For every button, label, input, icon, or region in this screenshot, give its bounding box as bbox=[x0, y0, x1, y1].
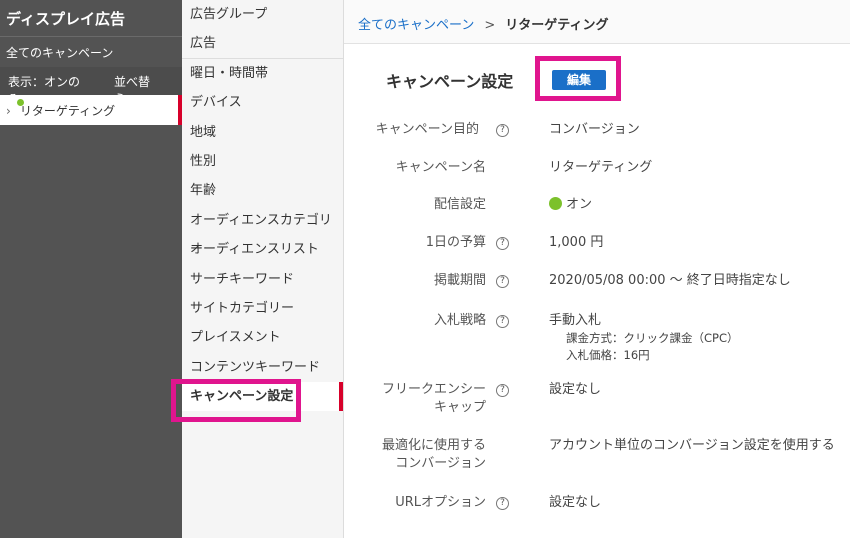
frequency-label-line1: フリークエンシー bbox=[381, 382, 486, 397]
breadcrumb-separator: > bbox=[484, 18, 496, 33]
conversion-value: アカウント単位のコンバージョン設定を使用する bbox=[549, 438, 835, 453]
breadcrumb: 全てのキャンペーン > リターゲティング bbox=[344, 0, 850, 44]
frequency-label: フリークエンシー キャップ bbox=[382, 381, 486, 417]
objective-value: コンバージョン bbox=[549, 122, 640, 137]
nav-item-ad-groups[interactable]: 広告グループ bbox=[182, 0, 343, 29]
help-icon[interactable]: ? bbox=[496, 124, 509, 137]
conversion-label-line2: コンバージョン bbox=[395, 456, 486, 471]
sidebar-title: ディスプレイ広告 bbox=[0, 0, 182, 37]
campaign-sidebar: ディスプレイ広告 全てのキャンペーン 表示：オンのみ﹀ 並べ替え﹀ › リターゲ… bbox=[0, 0, 182, 538]
campaign-nav: 広告グループ 広告 曜日・時間帯 デバイス 地域 性別 年齢 オーディエンスカテ… bbox=[182, 0, 344, 538]
help-icon[interactable]: ? bbox=[496, 497, 509, 510]
help-icon[interactable]: ? bbox=[496, 315, 509, 328]
bid-price: 入札価格：16円 bbox=[566, 348, 650, 362]
url-option-label: URLオプション bbox=[395, 495, 486, 510]
main-panel: 全てのキャンペーン > リターゲティング キャンペーン設定 編集 キャンペーン目的 … bbox=[344, 0, 850, 538]
nav-item-ads[interactable]: 広告 bbox=[182, 29, 343, 59]
budget-value: 1,000 円 bbox=[549, 235, 604, 250]
help-icon[interactable]: ? bbox=[496, 384, 509, 397]
nav-item-content-keyword[interactable]: コンテンツキーワード bbox=[182, 353, 343, 382]
nav-item-label: キャンペーン設定 bbox=[190, 389, 294, 405]
bidding-value: 手動入札 課金方式：クリック課金（CPC） 入札価格：16円 bbox=[549, 312, 739, 364]
page-title: キャンペーン設定 bbox=[386, 72, 514, 91]
breadcrumb-current: リターゲティング bbox=[505, 18, 609, 33]
objective-label: キャンペーン目的 bbox=[375, 122, 479, 137]
edit-button[interactable]: 編集 bbox=[552, 70, 606, 90]
status-dot-icon bbox=[17, 99, 24, 106]
chevron-right-icon[interactable]: › bbox=[6, 104, 16, 118]
nav-item-day-time[interactable]: 曜日・時間帯 bbox=[182, 59, 343, 88]
frequency-value: 設定なし bbox=[549, 382, 602, 397]
sort-dropdown[interactable]: 並べ替え﹀ bbox=[114, 73, 174, 106]
nav-item-search-keyword[interactable]: サーチキーワード bbox=[182, 265, 343, 294]
nav-item-campaign-settings[interactable]: キャンペーン設定 bbox=[182, 382, 343, 412]
nav-item-placement[interactable]: プレイスメント bbox=[182, 323, 343, 352]
nav-item-age[interactable]: 年齢 bbox=[182, 176, 343, 205]
help-icon[interactable]: ? bbox=[496, 275, 509, 288]
nav-item-site-category[interactable]: サイトカテゴリー bbox=[182, 294, 343, 323]
nav-item-region[interactable]: 地域 bbox=[182, 118, 343, 147]
delivery-value: オン bbox=[549, 196, 592, 214]
nav-item-gender[interactable]: 性別 bbox=[182, 147, 343, 176]
nav-item-audience-list[interactable]: オーディエンスリスト bbox=[182, 235, 343, 264]
delivery-status: オン bbox=[566, 197, 593, 212]
period-value: 2020/05/08 00:00 ～ 終了日時指定なし bbox=[549, 273, 791, 288]
conversion-label-line1: 最適化に使用する bbox=[381, 438, 486, 453]
period-label: 掲載期間 bbox=[433, 273, 486, 288]
budget-label: 1日の予算 bbox=[425, 235, 486, 250]
status-on-icon bbox=[549, 197, 562, 210]
url-option-value: 設定なし bbox=[549, 495, 602, 510]
filter-dropdown[interactable]: 表示：オンのみ﹀ bbox=[8, 73, 104, 106]
help-icon[interactable]: ? bbox=[496, 237, 509, 250]
active-indicator bbox=[339, 382, 343, 412]
nav-item-audience-category[interactable]: オーディエンスカテゴリー bbox=[182, 206, 343, 257]
billing-method: 課金方式：クリック課金（CPC） bbox=[566, 331, 739, 345]
conversion-label: 最適化に使用する コンバージョン bbox=[382, 437, 486, 473]
campaign-name-value: リターゲティング bbox=[549, 160, 653, 175]
sidebar-controls: 表示：オンのみ﹀ 並べ替え﹀ bbox=[0, 67, 182, 106]
bidding-label: 入札戦略 bbox=[433, 313, 486, 328]
nav-item-device[interactable]: デバイス bbox=[182, 88, 343, 117]
campaign-name-label: キャンペーン名 bbox=[395, 160, 486, 175]
sidebar-campaign-item[interactable]: › リターゲティング bbox=[0, 95, 182, 125]
campaign-name: リターゲティング bbox=[19, 104, 116, 118]
delivery-label: 配信設定 bbox=[433, 197, 486, 212]
frequency-label-line2: キャップ bbox=[433, 400, 486, 415]
breadcrumb-root-link[interactable]: 全てのキャンペーン bbox=[358, 18, 474, 33]
bidding-strategy: 手動入札 bbox=[549, 313, 602, 328]
all-campaigns-link[interactable]: 全てのキャンペーン bbox=[0, 37, 182, 67]
